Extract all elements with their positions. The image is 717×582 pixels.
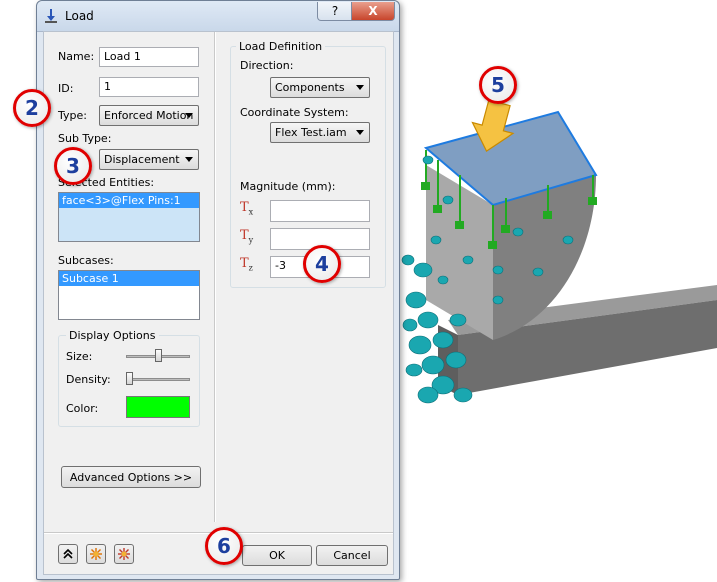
subtype-select-value: Displacement xyxy=(104,153,180,166)
tx-subscript: x xyxy=(248,207,254,217)
tx-input[interactable] xyxy=(270,200,370,222)
chevron-down-icon xyxy=(356,85,364,90)
tx-letter: T xyxy=(240,200,249,215)
dialog-title: Load xyxy=(65,9,94,23)
chevron-down-icon xyxy=(185,113,193,118)
callout-2: 2 xyxy=(13,89,51,127)
double-chevron-up-icon xyxy=(63,548,73,559)
id-label: ID: xyxy=(58,82,74,95)
color-swatch[interactable] xyxy=(126,396,190,418)
id-input[interactable]: 1 xyxy=(99,77,199,97)
callout-5: 5 xyxy=(479,66,517,104)
cancel-button[interactable]: Cancel xyxy=(316,545,388,566)
tz-label: Tz xyxy=(240,256,253,273)
coord-system-select-value: Flex Test.iam xyxy=(275,126,347,139)
subtype-select[interactable]: Displacement xyxy=(99,149,199,170)
load-icon xyxy=(45,9,57,23)
size-slider-thumb[interactable] xyxy=(154,349,162,362)
coord-system-label: Coordinate System: xyxy=(240,106,349,119)
close-button[interactable]: X xyxy=(351,2,395,21)
help-button[interactable]: ? xyxy=(317,2,353,21)
chevron-down-icon xyxy=(356,130,364,135)
size-label: Size: xyxy=(66,350,93,363)
advanced-options-button[interactable]: Advanced Options >> xyxy=(61,466,201,488)
burst-button-2[interactable] xyxy=(114,544,134,564)
callout-4: 4 xyxy=(303,245,341,283)
subtype-label: Sub Type: xyxy=(58,132,112,145)
magnitude-label: Magnitude (mm): xyxy=(240,180,336,193)
type-label: Type: xyxy=(58,109,87,122)
subcases-list[interactable]: Subcase 1 xyxy=(58,270,200,320)
tx-label: Tx xyxy=(240,200,253,217)
graphics-viewport[interactable] xyxy=(398,0,717,582)
load-definition-title: Load Definition xyxy=(236,40,326,53)
starburst-red-icon xyxy=(118,548,130,560)
list-item[interactable]: face<3>@Flex Pins:1 xyxy=(59,193,199,208)
name-input[interactable]: Load 1 xyxy=(99,47,199,67)
list-item[interactable]: Subcase 1 xyxy=(59,271,199,286)
direction-select-value: Components xyxy=(275,81,345,94)
density-slider[interactable] xyxy=(126,372,190,386)
load-dialog: Load ? X Name: Load 1 ID: 1 Type: Enforc… xyxy=(36,0,400,580)
collapse-button[interactable] xyxy=(58,544,78,564)
starburst-icon xyxy=(90,548,102,560)
type-select-value: Enforced Motion xyxy=(104,109,194,122)
type-select[interactable]: Enforced Motion xyxy=(99,105,199,126)
chevron-down-icon xyxy=(185,157,193,162)
ty-letter: T xyxy=(240,228,249,243)
direction-select[interactable]: Components xyxy=(270,77,370,98)
color-label: Color: xyxy=(66,402,99,415)
column-divider xyxy=(214,32,216,522)
tz-subscript: z xyxy=(248,263,253,273)
coord-system-select[interactable]: Flex Test.iam xyxy=(270,122,370,143)
subcases-label: Subcases: xyxy=(58,254,114,267)
ty-subscript: y xyxy=(248,235,254,245)
display-options-title: Display Options xyxy=(66,329,159,342)
entities-list[interactable]: face<3>@Flex Pins:1 xyxy=(58,192,200,242)
density-label: Density: xyxy=(66,373,111,386)
burst-button-1[interactable] xyxy=(86,544,106,564)
title-bar[interactable]: Load ? X xyxy=(37,1,399,32)
density-slider-track xyxy=(126,378,190,381)
callout-6: 6 xyxy=(205,527,243,565)
name-label: Name: xyxy=(58,50,95,63)
density-slider-thumb[interactable] xyxy=(126,372,133,385)
direction-label: Direction: xyxy=(240,59,294,72)
ty-label: Ty xyxy=(240,228,253,245)
dialog-body: Name: Load 1 ID: 1 Type: Enforced Motion… xyxy=(43,31,394,575)
callout-3: 3 xyxy=(54,147,92,185)
tz-letter: T xyxy=(240,256,249,271)
ok-button[interactable]: OK xyxy=(242,545,312,566)
size-slider[interactable] xyxy=(126,349,190,363)
